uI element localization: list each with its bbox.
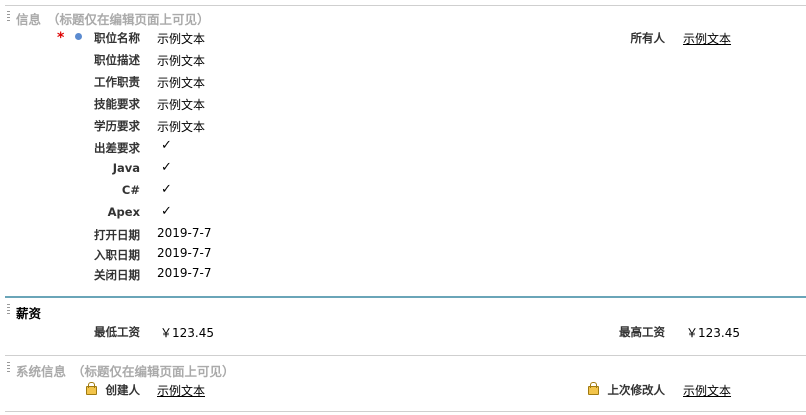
label-skills: 技能要求 bbox=[94, 97, 140, 111]
label-hire-date: 入职日期 bbox=[94, 248, 140, 262]
section-divider bbox=[5, 5, 806, 6]
label-close-date: 关闭日期 bbox=[94, 268, 140, 282]
value-job-desc: 示例文本 bbox=[157, 54, 206, 68]
label-education: 学历要求 bbox=[94, 119, 140, 133]
label-owner: 所有人 bbox=[630, 31, 666, 45]
label-job-desc: 职位描述 bbox=[94, 53, 140, 67]
section-note: （标题仅在编辑页面上可见） bbox=[47, 12, 210, 27]
checkmark-icon: ✓ bbox=[161, 160, 172, 175]
checkmark-icon: ✓ bbox=[161, 204, 172, 219]
modified-by-link[interactable]: 示例文本 bbox=[683, 382, 731, 399]
label-duties: 工作职责 bbox=[94, 75, 140, 89]
label-csharp: C# bbox=[121, 183, 140, 197]
drag-handle-icon[interactable] bbox=[7, 362, 10, 373]
drag-handle-icon[interactable] bbox=[7, 304, 10, 315]
value-max-salary: ￥123.45 bbox=[686, 326, 740, 340]
section-divider bbox=[5, 411, 806, 412]
label-max-salary: 最高工资 bbox=[619, 325, 665, 339]
section-title-salary: 薪资 bbox=[16, 306, 42, 321]
value-close-date: 2019-7-7 bbox=[157, 266, 212, 280]
label-open-date: 打开日期 bbox=[94, 228, 140, 242]
owner-link[interactable]: 示例文本 bbox=[683, 30, 731, 47]
value-education: 示例文本 bbox=[157, 120, 206, 134]
value-open-date: 2019-7-7 bbox=[157, 226, 212, 240]
checkmark-icon: ✓ bbox=[161, 182, 172, 197]
value-hire-date: 2019-7-7 bbox=[157, 246, 212, 260]
label-java: Java bbox=[112, 161, 140, 175]
value-duties: 示例文本 bbox=[157, 76, 206, 90]
label-apex: Apex bbox=[107, 205, 140, 219]
label-modified-by: 上次修改人 bbox=[607, 383, 666, 397]
section-title-system: 系统信息 （标题仅在编辑页面上可见） bbox=[16, 364, 235, 379]
section-note: （标题仅在编辑页面上可见） bbox=[72, 364, 235, 379]
drag-handle-icon[interactable] bbox=[7, 11, 10, 22]
section-divider bbox=[5, 296, 806, 298]
value-skills: 示例文本 bbox=[157, 98, 206, 112]
checkmark-icon: ✓ bbox=[161, 138, 172, 153]
label-travel: 出差要求 bbox=[94, 141, 140, 155]
section-title-info: 信息 （标题仅在编辑页面上可见） bbox=[16, 12, 210, 27]
section-divider bbox=[5, 355, 806, 356]
